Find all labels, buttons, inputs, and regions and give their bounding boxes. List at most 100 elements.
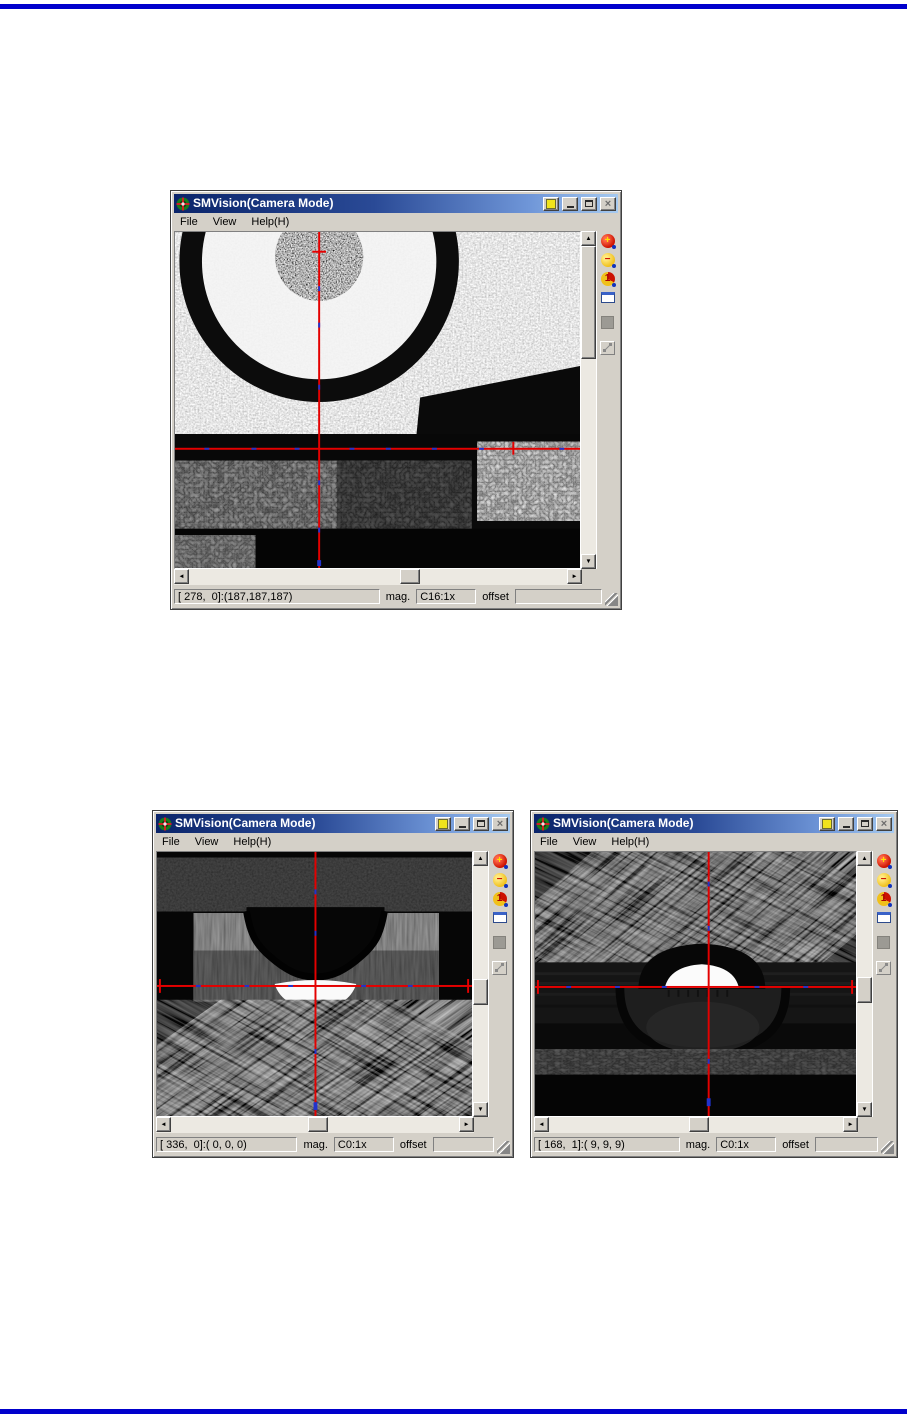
zoom-reset-button[interactable]: 1 bbox=[490, 890, 509, 907]
capture-tool-button[interactable] bbox=[874, 959, 893, 976]
camera-viewport[interactable] bbox=[174, 231, 581, 569]
vertical-scrollbar[interactable]: ▲ ▼ bbox=[581, 231, 596, 569]
scroll-up-button[interactable]: ▲ bbox=[473, 851, 488, 866]
scroll-right-button[interactable]: ► bbox=[459, 1117, 474, 1132]
maximize-button[interactable] bbox=[473, 816, 489, 831]
horizontal-scrollbar[interactable]: ◄ ► bbox=[174, 569, 582, 585]
vertical-scroll-thumb[interactable] bbox=[473, 979, 488, 1005]
app-icon[interactable] bbox=[158, 817, 172, 831]
menu-help[interactable]: Help(H) bbox=[611, 836, 649, 848]
menu-file[interactable]: File bbox=[540, 836, 558, 848]
zoom-out-icon: − bbox=[492, 872, 508, 888]
horizontal-scrollbar[interactable]: ◄ ► bbox=[156, 1117, 474, 1133]
scroll-down-button[interactable]: ▼ bbox=[473, 1102, 488, 1117]
app-icon[interactable] bbox=[176, 197, 190, 211]
zoom-out-button[interactable]: − bbox=[490, 871, 509, 888]
menu-bar: File View Help(H) bbox=[156, 833, 510, 851]
status-bar: [ 336, 0]:( 0, 0, 0) mag. C0:1x offset bbox=[156, 1133, 510, 1154]
vertical-scroll-thumb[interactable] bbox=[857, 977, 872, 1003]
camera-viewport[interactable] bbox=[156, 851, 473, 1117]
resize-grip[interactable] bbox=[605, 593, 618, 606]
fit-view-button[interactable] bbox=[490, 909, 509, 926]
side-toolbar: + − 1 bbox=[596, 231, 618, 569]
gray-swatch-button[interactable] bbox=[874, 934, 893, 951]
resize-grip[interactable] bbox=[881, 1141, 894, 1154]
zoom-reset-button[interactable]: 1 bbox=[874, 890, 893, 907]
minimize-button[interactable] bbox=[562, 196, 578, 211]
fit-view-button[interactable] bbox=[598, 289, 617, 306]
gray-swatch-button[interactable] bbox=[598, 314, 617, 331]
maximize-button[interactable] bbox=[581, 196, 597, 211]
vertical-scrollbar[interactable]: ▲ ▼ bbox=[857, 851, 872, 1117]
mag-value: C0:1x bbox=[716, 1137, 777, 1152]
scroll-right-button[interactable]: ► bbox=[567, 569, 582, 584]
mag-label[interactable]: mag. bbox=[299, 1139, 331, 1151]
menu-view[interactable]: View bbox=[195, 836, 219, 848]
horizontal-scroll-thumb[interactable] bbox=[689, 1117, 709, 1132]
scroll-right-button[interactable]: ► bbox=[843, 1117, 858, 1132]
menu-file[interactable]: File bbox=[162, 836, 180, 848]
scroll-corner bbox=[858, 1117, 894, 1133]
zoom-in-button[interactable]: + bbox=[874, 852, 893, 869]
yellow-square-button[interactable] bbox=[543, 196, 559, 211]
scroll-down-button[interactable]: ▼ bbox=[581, 554, 596, 569]
window-title: SMVision(Camera Mode) bbox=[175, 816, 316, 830]
offset-label[interactable]: offset bbox=[478, 591, 513, 603]
minimize-icon bbox=[458, 825, 466, 828]
close-button[interactable]: × bbox=[876, 816, 892, 831]
menu-file[interactable]: File bbox=[180, 216, 198, 228]
menu-view[interactable]: View bbox=[213, 216, 237, 228]
zoom-in-icon: + bbox=[600, 233, 616, 249]
title-bar[interactable]: SMVision(Camera Mode) × bbox=[534, 814, 894, 833]
scroll-up-button[interactable]: ▲ bbox=[857, 851, 872, 866]
scroll-left-button[interactable]: ◄ bbox=[534, 1117, 549, 1132]
close-button[interactable]: × bbox=[492, 816, 508, 831]
menu-view[interactable]: View bbox=[573, 836, 597, 848]
maximize-icon bbox=[861, 820, 869, 827]
offset-label[interactable]: offset bbox=[778, 1139, 813, 1151]
scroll-left-button[interactable]: ◄ bbox=[156, 1117, 171, 1132]
vertical-scrollbar[interactable]: ▲ ▼ bbox=[473, 851, 488, 1117]
vertical-scroll-thumb[interactable] bbox=[581, 246, 596, 359]
camera-viewport[interactable] bbox=[534, 851, 857, 1117]
menu-help[interactable]: Help(H) bbox=[233, 836, 271, 848]
scroll-corner bbox=[474, 1117, 510, 1133]
horizontal-scroll-thumb[interactable] bbox=[308, 1117, 328, 1132]
capture-tool-icon bbox=[876, 960, 891, 975]
close-button[interactable]: × bbox=[600, 196, 616, 211]
zoom-out-button[interactable]: − bbox=[874, 871, 893, 888]
mag-value: C16:1x bbox=[416, 589, 477, 604]
capture-tool-button[interactable] bbox=[490, 959, 509, 976]
resize-grip[interactable] bbox=[497, 1141, 510, 1154]
yellow-square-button[interactable] bbox=[819, 816, 835, 831]
title-bar[interactable]: SMVision(Camera Mode) × bbox=[156, 814, 510, 833]
maximize-button[interactable] bbox=[857, 816, 873, 831]
offset-label[interactable]: offset bbox=[396, 1139, 431, 1151]
menu-help[interactable]: Help(H) bbox=[251, 216, 289, 228]
fit-view-button[interactable] bbox=[874, 909, 893, 926]
mag-label[interactable]: mag. bbox=[382, 591, 414, 603]
scroll-left-button[interactable]: ◄ bbox=[174, 569, 189, 584]
capture-tool-button[interactable] bbox=[598, 339, 617, 356]
zoom-out-button[interactable]: − bbox=[598, 251, 617, 268]
title-bar[interactable]: SMVision(Camera Mode) × bbox=[174, 194, 618, 213]
scroll-down-button[interactable]: ▼ bbox=[857, 1102, 872, 1117]
yellow-square-button[interactable] bbox=[435, 816, 451, 831]
scroll-corner bbox=[582, 569, 618, 585]
horizontal-scroll-thumb[interactable] bbox=[400, 569, 420, 584]
page-bottom-rule bbox=[0, 1409, 907, 1414]
scroll-up-button[interactable]: ▲ bbox=[581, 231, 596, 246]
zoom-in-button[interactable]: + bbox=[598, 232, 617, 249]
minimize-button[interactable] bbox=[454, 816, 470, 831]
zoom-in-button[interactable]: + bbox=[490, 852, 509, 869]
mag-label[interactable]: mag. bbox=[682, 1139, 714, 1151]
gray-swatch-button[interactable] bbox=[490, 934, 509, 951]
zoom-reset-button[interactable]: 1 bbox=[598, 270, 617, 287]
horizontal-scrollbar[interactable]: ◄ ► bbox=[534, 1117, 858, 1133]
camera-image bbox=[175, 232, 580, 568]
status-bar: [ 278, 0]:(187,187,187) mag. C16:1x offs… bbox=[174, 585, 618, 606]
app-icon[interactable] bbox=[536, 817, 550, 831]
right-arrow-icon: ► bbox=[571, 573, 578, 580]
smvision-window-bottom-left: SMVision(Camera Mode) × File View Help(H… bbox=[152, 810, 514, 1158]
minimize-button[interactable] bbox=[838, 816, 854, 831]
